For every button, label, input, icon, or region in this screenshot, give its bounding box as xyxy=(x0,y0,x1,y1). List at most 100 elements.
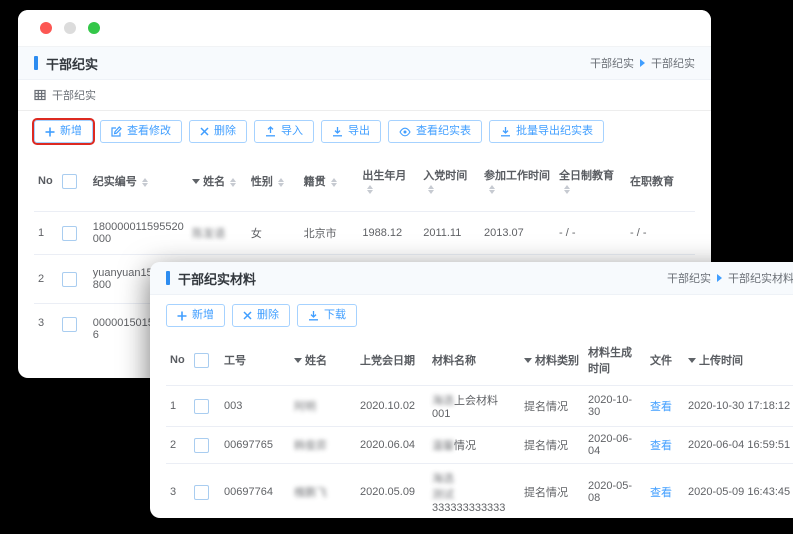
filter-icon[interactable] xyxy=(192,179,200,184)
col-birth: 出生年月 xyxy=(358,151,419,212)
cell-text: 2020.05.09 xyxy=(360,486,415,498)
breadcrumb-item[interactable]: 干部纪实 xyxy=(590,55,634,71)
close-button[interactable] xyxy=(40,22,52,34)
table-row: 2 00697765韩俊弈 2020.06.04 温馨情况提名情况2020-06-04… xyxy=(166,427,793,464)
sort-icon[interactable] xyxy=(489,185,495,194)
sort-icon[interactable] xyxy=(142,178,148,187)
cell-party: 2011.11 xyxy=(419,212,480,255)
row-checkbox[interactable] xyxy=(194,438,209,453)
cell-cb xyxy=(58,255,88,304)
table-row: 1003阿明2020.10.02海选上会材料001提名情况2020-10-30查… xyxy=(166,386,793,427)
col-file: 文件 xyxy=(646,335,684,386)
col-name: 姓名 xyxy=(290,335,356,386)
x-icon xyxy=(200,127,209,136)
cell-text: 槐鹏飞 xyxy=(294,487,327,499)
sort-icon[interactable] xyxy=(278,178,284,187)
window-titlebar xyxy=(18,10,711,47)
sort-icon[interactable] xyxy=(331,178,337,187)
select-all-checkbox[interactable] xyxy=(194,353,209,368)
filter-icon[interactable] xyxy=(688,358,696,363)
filter-icon[interactable] xyxy=(294,358,302,363)
row-checkbox[interactable] xyxy=(62,272,77,287)
cell-onjob: - / - xyxy=(626,212,695,255)
row-checkbox[interactable] xyxy=(194,399,209,414)
minimize-button[interactable] xyxy=(64,22,76,34)
cell-text: 2020.06.04 xyxy=(360,439,415,451)
view-edit-button[interactable]: 查看修改 xyxy=(100,120,182,143)
sort-icon[interactable] xyxy=(428,185,434,194)
cell-no: 2 xyxy=(34,255,58,304)
col-no: No xyxy=(34,151,58,212)
breadcrumb: 干部纪实 干部纪实 xyxy=(590,55,695,71)
cell-text: 2020-05-08 xyxy=(588,480,632,504)
delete-button[interactable]: 删除 xyxy=(189,120,247,143)
cell-text: 提名情况 xyxy=(524,401,568,413)
cell-workid: 00697765 xyxy=(220,427,290,464)
cell-name: 韩俊弈 xyxy=(290,427,356,464)
sort-icon[interactable] xyxy=(367,185,373,194)
title-accent-bar xyxy=(34,56,38,70)
download-button-label: 下载 xyxy=(324,310,346,321)
cell-gender: 女 xyxy=(247,212,300,255)
col-native-place: 籍贯 xyxy=(300,151,359,212)
cell-category: 提名情况 xyxy=(520,464,584,519)
maximize-button[interactable] xyxy=(88,22,100,34)
import-button[interactable]: 导入 xyxy=(254,120,314,143)
download-icon xyxy=(308,310,319,321)
view-record-table-button-label: 查看纪实表 xyxy=(416,126,471,137)
cell-id: 180000011595520000 xyxy=(89,212,188,255)
col-select xyxy=(190,335,220,386)
cell-text: 3 xyxy=(38,317,44,329)
cell-name: 槐鹏飞 xyxy=(290,464,356,519)
cell-file: 查看 xyxy=(646,464,684,519)
view-file-link[interactable]: 查看 xyxy=(650,440,672,452)
cell-cb xyxy=(190,386,220,427)
row-checkbox[interactable] xyxy=(62,317,77,332)
add-button[interactable]: 新增 xyxy=(34,120,93,143)
view-file-link[interactable]: 查看 xyxy=(650,401,672,413)
batch-export-button[interactable]: 批量导出纪实表 xyxy=(489,120,604,143)
sort-icon[interactable] xyxy=(564,185,570,194)
cell-cb xyxy=(190,464,220,519)
col-party-join: 入党时间 xyxy=(419,151,480,212)
breadcrumb-arrow-icon xyxy=(717,274,722,282)
download-button[interactable]: 下载 xyxy=(297,304,357,327)
delete-button[interactable]: 删除 xyxy=(232,304,290,327)
cell-cb xyxy=(190,427,220,464)
cell-material: 海选测试333333333333 xyxy=(428,464,520,519)
cell-birth: 1988.12 xyxy=(358,212,419,255)
cell-material: 温馨情况 xyxy=(428,427,520,464)
filter-icon[interactable] xyxy=(524,358,532,363)
cell-no: 3 xyxy=(166,464,190,519)
cell-category: 提名情况 xyxy=(520,386,584,427)
table-header-row: No 工号 姓名 上党会日期 材料名称 材料类别 材料生成时间 文件 上传时间 xyxy=(166,335,793,386)
title-accent-bar xyxy=(166,271,170,285)
download-icon xyxy=(500,126,511,137)
cell-text: 2020-06-04 xyxy=(588,433,632,457)
plus-icon xyxy=(177,311,187,321)
export-button[interactable]: 导出 xyxy=(321,120,381,143)
cell-category: 提名情况 xyxy=(520,427,584,464)
view-file-link[interactable]: 查看 xyxy=(650,487,672,499)
breadcrumb-item[interactable]: 干部纪实 xyxy=(667,270,711,286)
col-fulltime-edu: 全日制教育 xyxy=(555,151,626,212)
add-button[interactable]: 新增 xyxy=(166,304,225,327)
cell-native: 北京市 xyxy=(300,212,359,255)
sort-icon[interactable] xyxy=(230,178,236,187)
cell-gentime: 2020-10-30 xyxy=(584,386,646,427)
row-checkbox[interactable] xyxy=(62,226,77,241)
cell-text: 333333333333 xyxy=(432,502,505,514)
col-gender: 性别 xyxy=(247,151,300,212)
cell-file: 查看 xyxy=(646,427,684,464)
select-all-checkbox[interactable] xyxy=(62,174,77,189)
cell-text: 2 xyxy=(170,439,176,451)
export-button-label: 导出 xyxy=(348,126,370,137)
cell-gentime: 2020-05-08 xyxy=(584,464,646,519)
page-header: 干部纪实材料 干部纪实 干部纪实材料 xyxy=(150,262,793,295)
view-record-table-button[interactable]: 查看纪实表 xyxy=(388,120,482,143)
cell-date: 2020.05.09 xyxy=(356,464,428,519)
cell-no: 1 xyxy=(166,386,190,427)
row-checkbox[interactable] xyxy=(194,485,209,500)
cell-text: 1988.12 xyxy=(362,227,402,239)
col-work-id: 工号 xyxy=(220,335,290,386)
